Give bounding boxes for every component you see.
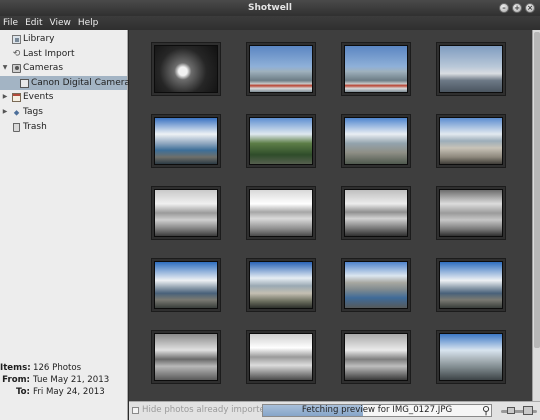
photo-thumbnail[interactable]	[151, 42, 221, 96]
expander-right-icon[interactable]: ▶	[1, 90, 9, 105]
info-to-label: To:	[15, 387, 30, 397]
photo-image	[249, 189, 313, 237]
photo-image	[249, 261, 313, 309]
info-to: To: Fri May 24, 2013	[0, 386, 127, 398]
sidebar-item-tags[interactable]: ▶ ⬥ Tags	[0, 105, 127, 120]
info-from: From: Tue May 21, 2013	[0, 374, 127, 386]
photo-image	[344, 261, 408, 309]
info-from-value: Tue May 21, 2013	[33, 375, 110, 385]
sidebar: Library ⟲ Last Import ▼ Cameras Canon Di…	[0, 30, 130, 420]
info-to-value: Fri May 24, 2013	[33, 387, 105, 397]
photo-thumbnail[interactable]	[341, 330, 411, 384]
photo-image	[154, 261, 218, 309]
photo-grid	[129, 30, 532, 401]
zoom-out-icon[interactable]	[507, 407, 515, 414]
photo-thumbnail[interactable]	[151, 114, 221, 168]
photo-image	[439, 261, 503, 309]
photo-image	[154, 333, 218, 381]
photo-image	[344, 189, 408, 237]
events-icon	[12, 93, 21, 103]
expander-right-icon[interactable]: ▶	[1, 105, 9, 120]
sidebar-item-canon-camera[interactable]: Canon Digital Camera	[0, 75, 130, 91]
photo-thumbnail[interactable]	[151, 330, 221, 384]
sidebar-item-library[interactable]: Library	[0, 32, 127, 47]
collection-info: Items: 126 Photos From: Tue May 21, 2013 T…	[0, 362, 127, 398]
expander-down-icon[interactable]: ▼	[1, 61, 9, 76]
photo-image	[439, 117, 503, 165]
photo-thumbnail[interactable]	[246, 114, 316, 168]
info-items-value: 126 Photos	[33, 363, 82, 373]
photo-image	[439, 333, 503, 381]
vertical-scrollbar[interactable]	[532, 30, 540, 401]
photo-thumbnail[interactable]	[436, 330, 506, 384]
menu-file[interactable]: File	[3, 18, 18, 28]
photo-image	[344, 333, 408, 381]
photo-thumbnail[interactable]	[151, 258, 221, 312]
sidebar-item-label: Trash	[23, 121, 47, 132]
photo-thumbnail[interactable]	[246, 186, 316, 240]
photo-thumbnail[interactable]	[341, 114, 411, 168]
import-progress-bar: Fetching preview for IMG_0127.JPG	[262, 404, 492, 417]
tags-icon: ⬥	[13, 107, 20, 117]
last-import-icon: ⟲	[12, 48, 21, 59]
window-title: Shotwell	[248, 3, 292, 13]
sidebar-item-label: Tags	[23, 106, 43, 117]
progress-text: Fetching preview for IMG_0127.JPG	[301, 405, 453, 415]
menu-help[interactable]: Help	[78, 18, 99, 28]
photo-thumbnail[interactable]	[341, 42, 411, 96]
photo-image	[344, 117, 408, 165]
photo-thumbnail[interactable]	[436, 186, 506, 240]
photo-thumbnail[interactable]	[246, 330, 316, 384]
photo-thumbnail[interactable]	[341, 186, 411, 240]
photo-thumbnail[interactable]	[341, 258, 411, 312]
info-items-label: Items:	[0, 363, 31, 373]
menu-bar: File Edit View Help	[0, 16, 540, 30]
hide-imported-checkbox[interactable]	[132, 407, 139, 414]
photo-thumbnail[interactable]	[436, 42, 506, 96]
title-bar: Shotwell – + ×	[0, 0, 540, 16]
photo-image	[154, 117, 218, 165]
trash-icon	[13, 122, 20, 132]
photo-thumbnail[interactable]	[151, 186, 221, 240]
photo-image	[154, 189, 218, 237]
photo-image	[439, 45, 503, 93]
scrollbar-thumb[interactable]	[534, 32, 540, 348]
photo-thumbnail[interactable]	[246, 258, 316, 312]
hide-imported-label: Hide photos already imported	[142, 405, 271, 415]
camera-icon	[20, 78, 29, 88]
photo-thumbnail[interactable]	[436, 258, 506, 312]
photo-image	[154, 45, 218, 93]
sidebar-item-label: Cameras	[23, 63, 64, 74]
library-icon	[12, 35, 21, 44]
menu-edit[interactable]: Edit	[25, 18, 42, 28]
sidebar-tree: Library ⟲ Last Import ▼ Cameras Canon Di…	[0, 32, 130, 135]
photo-thumbnail[interactable]	[436, 114, 506, 168]
sidebar-item-events[interactable]: ▶ Events	[0, 90, 127, 105]
sidebar-item-last-import[interactable]: ⟲ Last Import	[0, 47, 127, 62]
sidebar-item-label: Canon Digital Camera	[31, 77, 130, 88]
photo-image	[249, 117, 313, 165]
sidebar-item-label: Library	[23, 34, 55, 44]
photo-image	[439, 189, 503, 237]
camera-icon	[12, 64, 21, 74]
zoom-in-icon[interactable]	[523, 406, 533, 415]
sidebar-item-cameras[interactable]: ▼ Cameras	[0, 61, 127, 76]
zoom-icon[interactable]: ⚲	[482, 405, 494, 417]
menu-view[interactable]: View	[50, 18, 71, 28]
sidebar-item-label: Events	[23, 92, 54, 103]
photo-image	[344, 45, 408, 93]
info-items: Items: 126 Photos	[0, 362, 127, 374]
sidebar-item-trash[interactable]: Trash	[0, 120, 127, 135]
info-from-label: From:	[2, 375, 30, 385]
photo-image	[249, 45, 313, 93]
window-controls: – + ×	[499, 3, 535, 13]
close-icon[interactable]: ×	[525, 3, 535, 13]
photo-image	[249, 333, 313, 381]
minimize-icon[interactable]: –	[499, 3, 509, 13]
photo-thumbnail[interactable]	[246, 42, 316, 96]
status-toolbar: Hide photos already imported Fetching pr…	[129, 401, 540, 420]
maximize-icon[interactable]: +	[512, 3, 522, 13]
sidebar-item-label: Last Import	[23, 48, 75, 59]
